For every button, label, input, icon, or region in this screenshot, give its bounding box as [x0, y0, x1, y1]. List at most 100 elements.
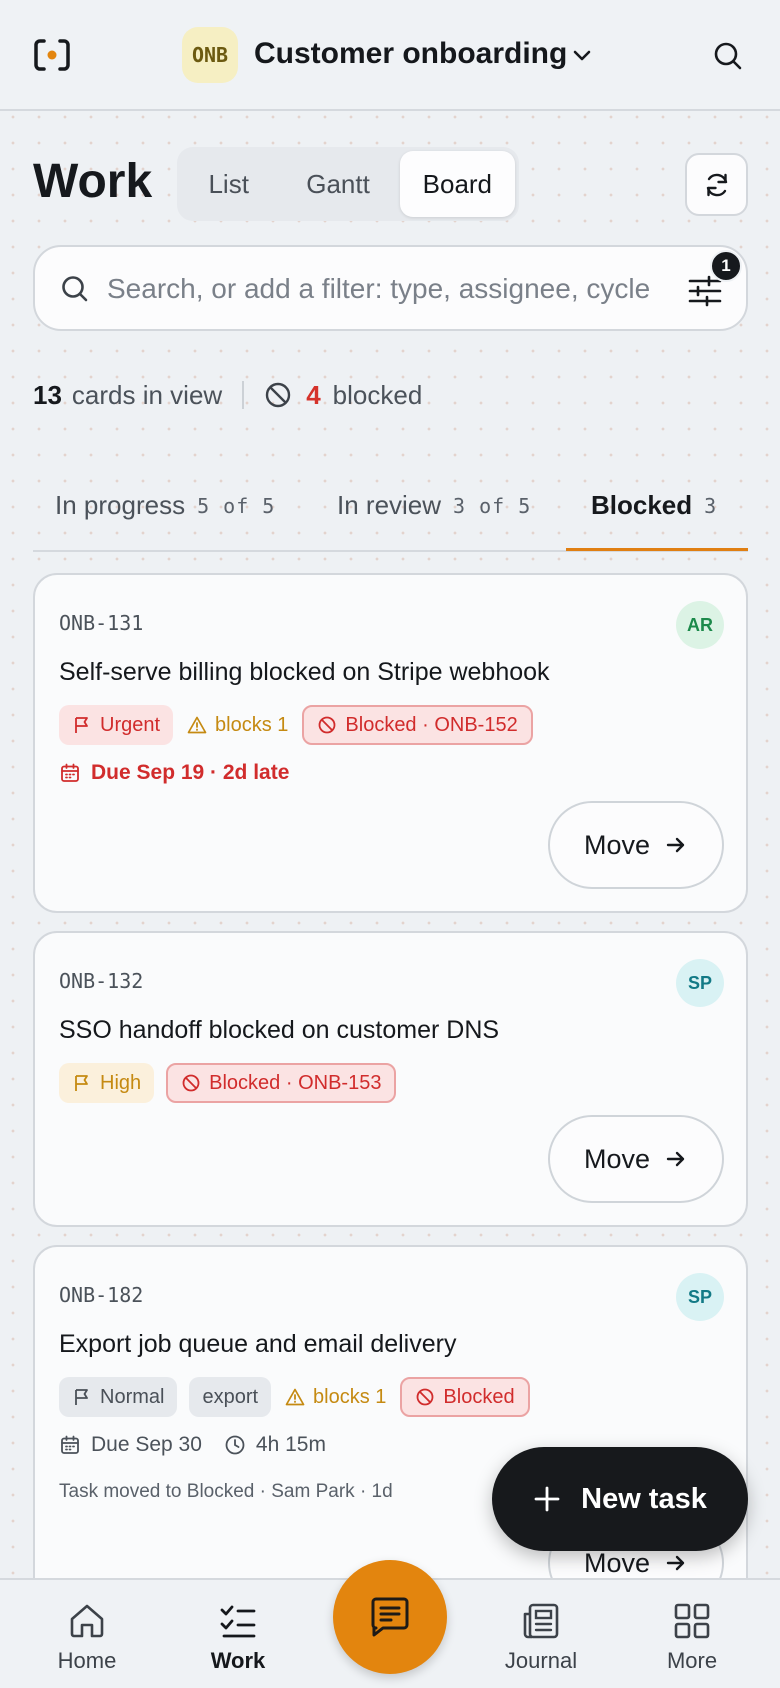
plus-icon — [534, 1486, 560, 1512]
refresh-icon — [706, 173, 727, 196]
task-title[interactable]: SSO handoff blocked on customer DNS — [59, 1013, 499, 1047]
nav-more[interactable]: More — [632, 1580, 752, 1688]
search-icon[interactable] — [712, 40, 744, 72]
blocked-label: blocked — [332, 379, 423, 410]
search-icon — [59, 273, 91, 305]
task-id: ONB-182 — [59, 1283, 144, 1307]
chat-button[interactable] — [333, 1560, 447, 1674]
calendar-icon — [61, 1435, 79, 1454]
last-activity: Task moved to Blocked · Sam Park · 1d — [59, 1481, 393, 1502]
checklist-icon — [220, 1605, 256, 1638]
move-label: Move — [583, 829, 651, 860]
blocked-icon — [266, 382, 291, 408]
chip-label: blocks 1 — [313, 1385, 387, 1408]
chip-label: High — [100, 1071, 142, 1094]
blocked-count: 4 — [306, 379, 321, 410]
move-button[interactable]: Move — [548, 1115, 724, 1203]
warning-icon — [285, 1388, 305, 1406]
blocked-icon — [182, 1074, 200, 1092]
avatar[interactable]: SP — [676, 959, 724, 1007]
tab-label: In progress — [55, 490, 186, 520]
blocked-chip[interactable]: Blocked — [400, 1377, 530, 1417]
view-stats: 13 cards in view 4 blocked — [33, 377, 422, 413]
task-title[interactable]: Export job queue and email delivery — [59, 1327, 456, 1361]
blocks-chip: blocks 1 — [185, 705, 290, 745]
priority-chip[interactable]: High — [59, 1063, 155, 1103]
cards-count: 13 — [33, 379, 62, 410]
tab-count: 5 of 5 — [197, 494, 276, 518]
workspace-badge[interactable]: ONB — [182, 27, 238, 83]
chat-icon — [371, 1597, 409, 1637]
due-label: Due Sep 30 — [91, 1433, 202, 1456]
arrow-right-icon — [666, 1151, 685, 1167]
tab-count: 3 — [704, 494, 718, 518]
chip-label: Blocked · ONB-153 — [209, 1071, 382, 1094]
top-bar: ONB Customer onboarding — [0, 0, 780, 111]
task-id: ONB-132 — [59, 969, 144, 993]
refresh-button[interactable] — [685, 153, 748, 216]
app-logo-icon[interactable] — [30, 33, 74, 77]
new-task-button[interactable]: New task — [492, 1447, 748, 1551]
due-label: Due Sep 19 · 2d late — [91, 761, 290, 784]
blocked-chip[interactable]: Blocked · ONB-153 — [166, 1063, 397, 1103]
tab-in-progress[interactable]: In progress 5 of 5 — [55, 478, 275, 550]
chip-label: Blocked — [443, 1385, 515, 1408]
search-bar[interactable]: Search, or add a filter: type, assignee,… — [33, 245, 748, 331]
nav-work[interactable]: Work — [178, 1580, 298, 1688]
task-id: ONB-131 — [59, 611, 144, 635]
warning-icon — [187, 716, 207, 734]
chip-label: Blocked · ONB-152 — [345, 713, 518, 736]
nav-label: Journal — [504, 1648, 578, 1673]
chip-label: Normal — [100, 1385, 165, 1408]
view-switcher: List Gantt Board — [177, 147, 519, 221]
search-input[interactable]: Search, or add a filter: type, assignee,… — [107, 271, 687, 307]
tab-count: 3 of 5 — [453, 494, 532, 518]
blocked-icon — [319, 716, 336, 734]
stats-divider — [242, 381, 245, 409]
task-chips: Normal export blocks 1 Blocked — [59, 1377, 530, 1417]
tab-blocked[interactable]: Blocked 3 — [591, 478, 717, 550]
flag-icon — [75, 1075, 88, 1091]
avatar[interactable]: SP — [676, 1273, 724, 1321]
chip-label: blocks 1 — [215, 713, 289, 736]
nav-journal[interactable]: Journal — [481, 1580, 601, 1688]
task-meta: Due Sep 30 4h 15m — [59, 1433, 326, 1457]
priority-chip[interactable]: Urgent — [59, 705, 174, 745]
home-icon — [70, 1604, 104, 1638]
status-tabs: In progress 5 of 5 In review 3 of 5 Blocke… — [33, 478, 748, 552]
arrow-right-icon — [666, 837, 685, 853]
blocked-icon — [417, 1388, 434, 1406]
filter-count-badge: 1 — [710, 250, 742, 282]
chip-label: export — [202, 1385, 259, 1408]
clock-icon — [225, 1435, 245, 1455]
due-date: Due Sep 19 · 2d late — [59, 761, 289, 785]
avatar[interactable]: AR — [676, 601, 724, 649]
chevron-down-icon[interactable] — [568, 42, 596, 70]
view-tab-gantt[interactable]: Gantt — [276, 151, 399, 217]
estimate-label: 4h 15m — [255, 1433, 326, 1456]
calendar-icon — [61, 763, 79, 782]
task-card[interactable]: ONB-131 AR Self-serve billing blocked on… — [33, 573, 748, 913]
workspace-title[interactable]: Customer onboarding — [254, 34, 567, 74]
task-card[interactable]: ONB-132 SP SSO handoff blocked on custom… — [33, 931, 748, 1227]
cards-label: cards in view — [71, 379, 223, 410]
tab-in-review[interactable]: In review 3 of 5 — [337, 478, 531, 550]
nav-label: Home — [57, 1648, 117, 1673]
move-label: Move — [583, 1547, 651, 1578]
tag-chip[interactable]: export — [189, 1377, 272, 1417]
tab-label: Blocked — [591, 490, 693, 520]
flag-icon — [75, 717, 88, 733]
task-title[interactable]: Self-serve billing blocked on Stripe web… — [59, 655, 550, 689]
move-button[interactable]: Move — [548, 801, 724, 889]
view-tab-board[interactable]: Board — [399, 151, 515, 217]
nav-home[interactable]: Home — [27, 1580, 147, 1688]
page-title: Work — [33, 155, 153, 208]
task-meta: Due Sep 19 · 2d late — [59, 761, 289, 785]
arrow-right-icon — [666, 1555, 685, 1571]
nav-label: More — [666, 1648, 718, 1673]
priority-chip[interactable]: Normal — [59, 1377, 178, 1417]
grid-icon — [674, 1603, 710, 1639]
view-tab-list[interactable]: List — [181, 151, 276, 217]
blocked-chip[interactable]: Blocked · ONB-152 — [302, 705, 533, 745]
blocks-chip: blocks 1 — [283, 1377, 388, 1417]
